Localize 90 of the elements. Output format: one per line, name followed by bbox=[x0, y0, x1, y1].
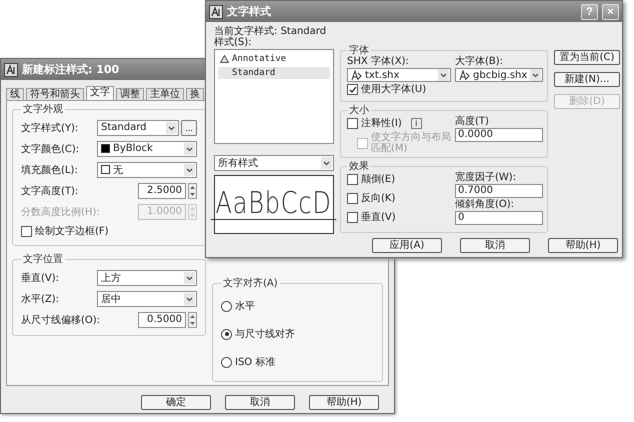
group-title: 文字对齐(A) bbox=[222, 278, 279, 289]
field-label: 文字高度(T): bbox=[21, 184, 80, 198]
styles-label: 样式(S): bbox=[214, 37, 253, 48]
number-field[interactable]: 0.5000 bbox=[138, 312, 186, 328]
font-icon bbox=[351, 70, 362, 80]
caret-icon bbox=[166, 122, 177, 134]
browse-button[interactable]: ... bbox=[181, 120, 197, 136]
font-icon bbox=[459, 70, 470, 80]
dialog-button[interactable]: 取消 bbox=[225, 395, 295, 410]
group-title: 效果 bbox=[348, 161, 370, 172]
input-field[interactable]: 0.0000 bbox=[455, 128, 543, 142]
number-field[interactable]: 2.5000 bbox=[138, 182, 186, 198]
input-field[interactable]: 0.7000 bbox=[455, 184, 543, 198]
tab[interactable]: 符号和箭头 bbox=[26, 88, 84, 100]
list-item[interactable]: Annotative bbox=[218, 53, 330, 65]
dropdown[interactable]: ByBlock bbox=[97, 140, 197, 156]
field-label: 垂直(V): bbox=[21, 272, 60, 284]
app-icon bbox=[209, 4, 223, 18]
tab[interactable]: 主单位 bbox=[146, 88, 184, 100]
caret-icon bbox=[321, 157, 332, 169]
caret-icon bbox=[530, 69, 542, 81]
group-title: 文字位置 bbox=[22, 254, 64, 265]
caret-icon bbox=[184, 142, 195, 154]
field-label: 高度(T) bbox=[455, 116, 490, 127]
group-title: 大小 bbox=[348, 105, 370, 116]
radio-label: 与尺寸线对齐 bbox=[235, 328, 295, 341]
tab[interactable]: 文字 bbox=[86, 86, 114, 100]
checkbox-label: 颠倒(E) bbox=[361, 174, 396, 185]
dropdown[interactable]: 所有样式 bbox=[214, 155, 334, 171]
dropdown[interactable]: 无 bbox=[97, 162, 197, 178]
window-title: 文字样式 bbox=[227, 4, 271, 19]
current-style-label: 当前文字样式: Standard bbox=[214, 26, 328, 37]
caret-icon bbox=[184, 164, 195, 176]
dialog-button[interactable]: 置为当前(C) bbox=[554, 50, 620, 65]
field-label: 大字体(B): bbox=[455, 56, 504, 67]
field-label: 宽度因子(W): bbox=[455, 172, 518, 183]
radio-label: ISO 标准 bbox=[235, 356, 276, 369]
dropdown[interactable]: 上方 bbox=[97, 270, 197, 286]
radio-button[interactable] bbox=[221, 328, 232, 340]
checkbox[interactable] bbox=[347, 212, 358, 223]
dropdown[interactable]: 居中 bbox=[97, 290, 197, 306]
input-field[interactable]: 0 bbox=[455, 211, 543, 225]
checkmark-icon bbox=[348, 86, 356, 94]
tab[interactable]: 换 bbox=[186, 88, 204, 100]
dialog-button[interactable]: 帮助(H) bbox=[548, 238, 618, 253]
caret-icon bbox=[184, 272, 195, 284]
checkbox[interactable] bbox=[347, 193, 358, 204]
checkbox[interactable] bbox=[347, 84, 358, 95]
spinner-icon[interactable] bbox=[188, 182, 197, 198]
info-button[interactable]: i bbox=[410, 118, 422, 129]
checkbox-label: 垂直(V) bbox=[361, 212, 396, 223]
checkbox-label: 绘制文字边框(F) bbox=[35, 224, 109, 238]
annotative-icon bbox=[220, 55, 229, 63]
radio-button[interactable] bbox=[221, 356, 232, 368]
checkbox-label: 使用大字体(U) bbox=[361, 84, 426, 95]
dropdown[interactable]: txt.shx bbox=[347, 68, 451, 82]
radio-label: 水平 bbox=[235, 300, 255, 313]
caret-icon bbox=[184, 292, 195, 304]
field-label: 填充颜色(L): bbox=[21, 164, 79, 176]
app-icon bbox=[4, 62, 18, 76]
dropdown[interactable]: gbcbig.shx bbox=[455, 68, 544, 82]
radio-button[interactable] bbox=[221, 300, 232, 312]
tab[interactable]: 调整 bbox=[116, 88, 144, 100]
group-title: 字体 bbox=[348, 45, 370, 56]
checkbox-label: 注释性(I) bbox=[361, 118, 402, 129]
tab[interactable]: 线 bbox=[6, 88, 24, 100]
dialog-button[interactable]: 帮助(H) bbox=[309, 395, 379, 410]
dropdown[interactable]: Standard bbox=[97, 120, 179, 136]
field-label: 水平(Z): bbox=[21, 292, 60, 306]
checkbox-label: 使文字方向与布局匹配(M) bbox=[371, 132, 451, 154]
checkbox[interactable] bbox=[347, 118, 358, 129]
dialog-button[interactable]: 取消 bbox=[460, 238, 530, 253]
window-title: 新建标注样式: 100 bbox=[22, 62, 120, 77]
caret-icon bbox=[438, 69, 449, 81]
list-item[interactable]: Standard bbox=[218, 67, 330, 79]
group-title: 文字外观 bbox=[22, 104, 64, 115]
preview-text: AaBbCcD bbox=[211, 189, 337, 220]
dialog-button[interactable]: 确定 bbox=[141, 395, 211, 410]
checkbox[interactable] bbox=[21, 226, 32, 236]
field-label: 从尺寸线偏移(O): bbox=[21, 314, 97, 326]
dialog-button[interactable]: 应用(A) bbox=[372, 238, 442, 253]
field-label: SHX 字体(X): bbox=[347, 56, 410, 67]
field-label: 分数高度比例(H): bbox=[21, 206, 97, 218]
field-label: 文字颜色(C): bbox=[21, 142, 80, 156]
field-label: 文字样式(Y): bbox=[21, 122, 80, 134]
checkbox-label: 反向(K) bbox=[361, 193, 396, 204]
field-label: 倾斜角度(O): bbox=[455, 199, 516, 210]
spinner-icon[interactable] bbox=[188, 312, 197, 328]
checkbox[interactable] bbox=[347, 174, 358, 185]
dialog-button[interactable]: 新建(N)... bbox=[554, 72, 620, 87]
